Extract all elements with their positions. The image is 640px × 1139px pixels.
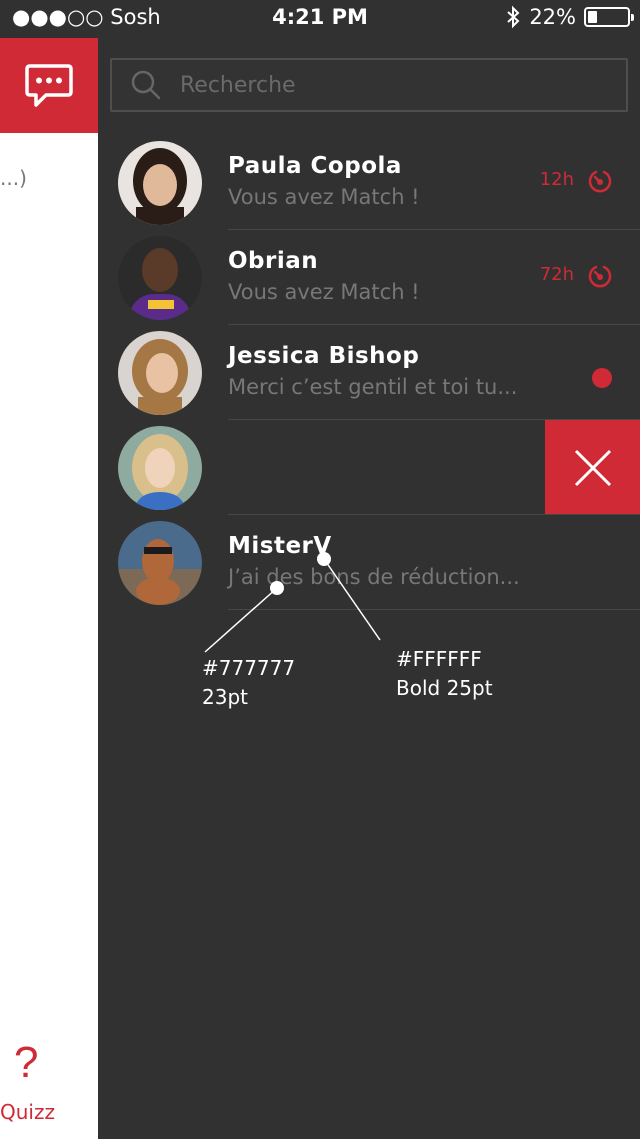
annotation-grey-text: #777777 23pt bbox=[202, 656, 296, 709]
annotation-white-text: #FFFFFF Bold 25pt bbox=[396, 647, 493, 700]
annotation-lines bbox=[204, 552, 381, 653]
